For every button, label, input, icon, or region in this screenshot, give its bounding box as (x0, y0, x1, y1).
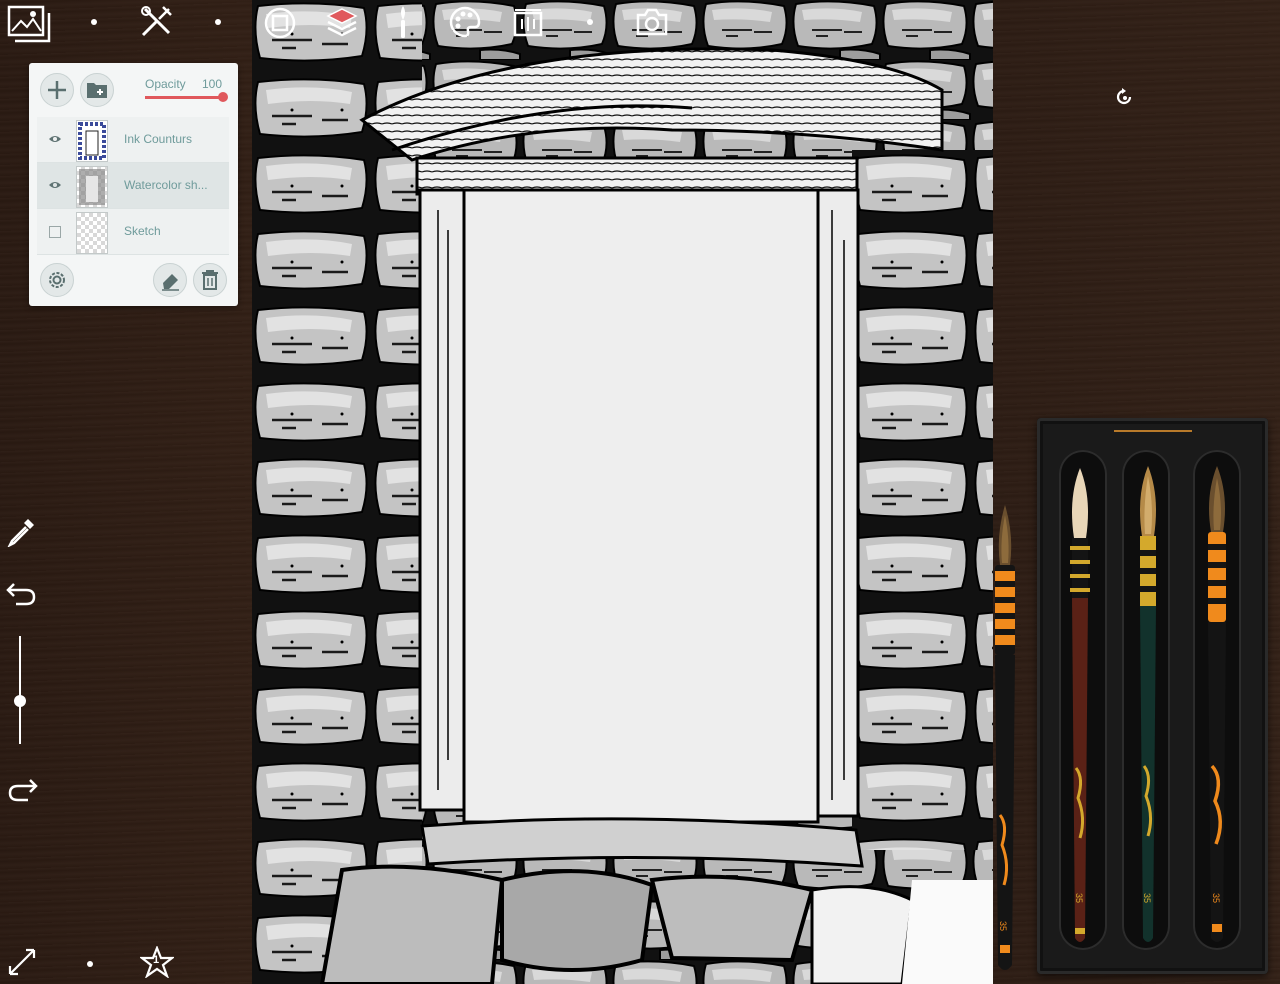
eyedropper-icon[interactable] (5, 514, 39, 548)
layer-name: Sketch (124, 224, 161, 238)
drawing-canvas[interactable] (252, 0, 993, 984)
reset-view-icon[interactable] (1113, 86, 1135, 108)
plus-icon (48, 81, 66, 99)
gear-icon (49, 272, 65, 288)
gallery-icon[interactable] (6, 4, 52, 44)
layer-name: Ink Counturs (124, 132, 193, 146)
opacity-slider-knob[interactable] (218, 92, 228, 102)
layer-row-watercolor[interactable]: Watercolor sh... (37, 163, 229, 209)
add-group-button[interactable] (80, 73, 114, 107)
opacity-label: Opacity (145, 77, 186, 91)
visibility-checkbox[interactable] (49, 226, 61, 238)
brush-size-slider[interactable] (14, 636, 26, 744)
toolbar-separator (587, 19, 593, 25)
layer-name: Watercolor sh... (124, 178, 208, 192)
palette-icon[interactable] (448, 5, 482, 39)
layer-row-sketch[interactable]: Sketch (37, 209, 229, 255)
layers-panel: Opacity 100 Ink Counturs Watercolor sh..… (29, 63, 238, 306)
folder-add-icon (87, 83, 107, 98)
eraser-icon (162, 274, 179, 291)
fullscreen-icon[interactable] (5, 945, 39, 979)
brush-tool-black[interactable]: 35 (1203, 466, 1231, 948)
layer-thumbnail (76, 212, 108, 254)
favorites-star-icon[interactable]: 1 (139, 945, 175, 979)
stone-doorway-artwork (252, 0, 993, 984)
redo-icon[interactable] (5, 773, 39, 805)
brush-size-knob[interactable] (14, 694, 26, 707)
opacity-slider[interactable] (145, 92, 228, 102)
toolbar-separator (87, 961, 93, 967)
brush-icon[interactable] (392, 4, 414, 40)
brush-size-label: 35 (1074, 892, 1085, 904)
brush-size-label: 35 (1142, 892, 1153, 904)
layer-settings-button[interactable] (40, 263, 74, 297)
brush-case: 35 35 35 (1037, 418, 1268, 974)
opacity-slider-fill (145, 96, 223, 99)
toolbar-separator (91, 19, 97, 25)
eye-icon[interactable] (49, 179, 61, 191)
delete-layer-button[interactable] (193, 263, 227, 297)
layer-thumbnail (76, 120, 108, 162)
toolbar-separator (215, 19, 221, 25)
trash-icon (202, 270, 218, 290)
brush-size-label: 35 (1211, 892, 1222, 904)
opacity-value: 100 (202, 77, 223, 91)
undo-icon[interactable] (5, 577, 39, 609)
clear-layer-button[interactable] (153, 263, 187, 297)
layer-thumbnail (76, 166, 108, 208)
layers-icon[interactable] (324, 4, 360, 40)
favorites-badge: 1 (152, 954, 160, 966)
brush-tool-brown[interactable]: 35 (1066, 468, 1094, 948)
layers-stack-icon[interactable] (263, 6, 297, 40)
case-accent-line (1114, 430, 1192, 432)
add-layer-button[interactable] (40, 73, 74, 107)
brush-size-label: 35 (998, 920, 1009, 932)
brush-tool-loose[interactable]: 35 (990, 505, 1020, 975)
brush-tool-green[interactable]: 35 (1134, 466, 1162, 948)
camera-icon[interactable] (634, 6, 670, 38)
layer-row-ink-counturs[interactable]: Ink Counturs (37, 117, 229, 163)
eye-icon[interactable] (49, 133, 61, 145)
tools-icon[interactable] (138, 4, 174, 40)
canvas-size-icon[interactable] (511, 6, 545, 38)
